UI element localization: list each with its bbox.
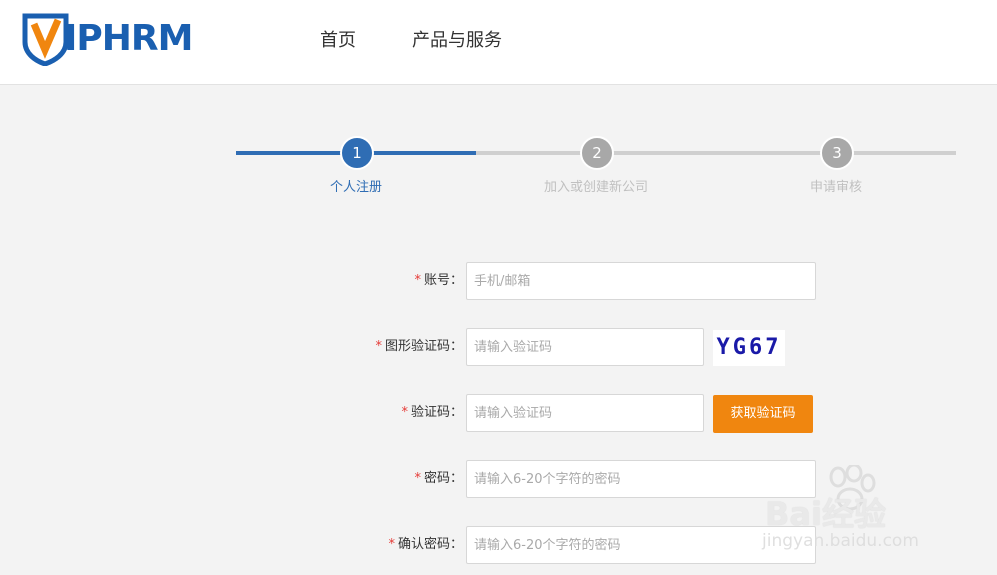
step-3-label: 申请审核 <box>809 180 862 195</box>
required-mark: * <box>375 339 382 354</box>
account-input[interactable] <box>466 262 816 300</box>
logo-text: IPHRM <box>64 18 193 60</box>
required-mark: * <box>388 537 395 552</box>
logo-wordmark: IPHRM <box>64 18 193 59</box>
sms-code-label-text: 验证码： <box>410 405 463 420</box>
nav-products-services[interactable]: 产品与服务 <box>412 26 502 52</box>
password-label-text: 密码： <box>423 471 463 486</box>
baidu-jingyan-watermark: Bai经验 jingyan.baidu.com <box>760 465 960 565</box>
captcha-label-text: 图形验证码： <box>384 339 463 354</box>
step-1-circle: 1 <box>340 136 374 170</box>
confirm-password-label: * 确认密码： <box>388 526 463 564</box>
watermark-url: jingyan.baidu.com <box>762 531 919 551</box>
required-mark: * <box>414 471 421 486</box>
captcha-label: * 图形验证码： <box>375 328 463 366</box>
sms-code-input[interactable] <box>466 394 704 432</box>
shield-logo-icon <box>22 13 69 66</box>
step-2-label: 加入或创建新公司 <box>543 180 648 195</box>
sms-code-row: *验证码： 获取验证码 <box>0 394 997 433</box>
get-code-button[interactable]: 获取验证码 <box>713 395 813 433</box>
watermark-text: Bai经验 <box>765 495 886 533</box>
required-mark: * <box>414 273 421 288</box>
step-line-2 <box>476 151 956 155</box>
registration-steps: 1 个人注册 2 加入或创建新公司 3 申请审核 <box>236 134 956 204</box>
sms-code-label: * 验证码： <box>401 394 463 432</box>
account-row: * 账号： <box>0 262 997 300</box>
account-label: * 账号： <box>414 262 463 300</box>
step-3-circle: 3 <box>820 136 854 170</box>
top-header: IPHRM 首页 产品与服务 <box>0 0 997 85</box>
captcha-image[interactable]: YG67 <box>713 330 785 366</box>
step-2-circle: 2 <box>580 136 614 170</box>
captcha-input[interactable] <box>466 328 704 366</box>
confirm-password-label-text: 确认密码： <box>397 537 463 552</box>
nav-home[interactable]: 首页 <box>320 26 356 52</box>
required-mark: * <box>401 405 408 420</box>
step-1-label: 个人注册 <box>329 180 382 195</box>
account-label-text: 账号： <box>423 273 463 288</box>
viphrm-logo[interactable]: IPHRM <box>22 12 232 66</box>
password-label: * 密码： <box>414 460 463 498</box>
captcha-row: *图形验证码： YG67 <box>0 328 997 366</box>
